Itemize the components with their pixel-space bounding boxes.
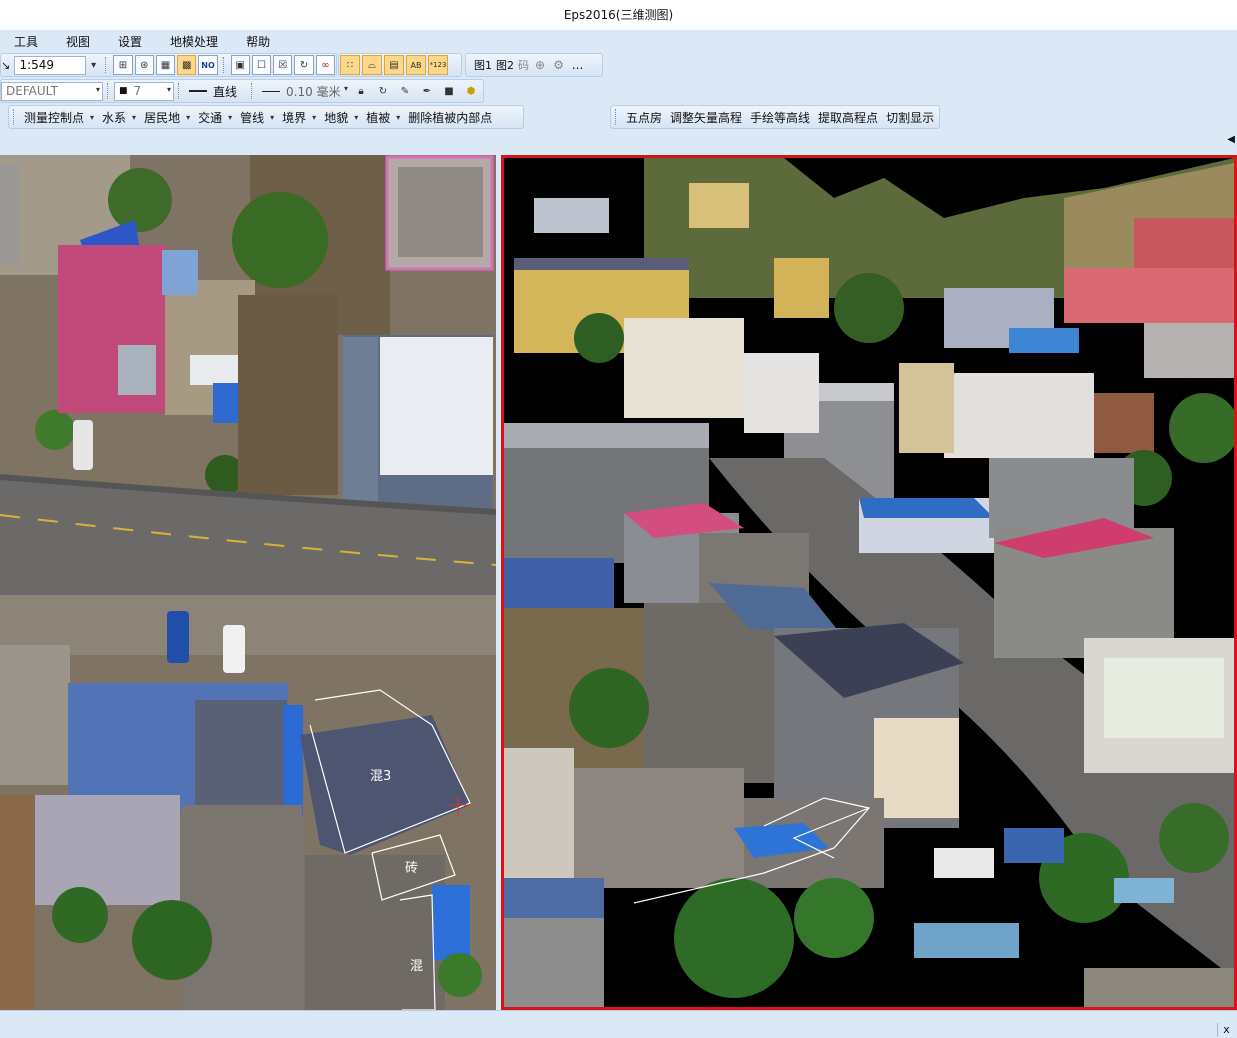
oblique-3d-canvas[interactable] [504, 158, 1234, 1007]
menu-tools[interactable]: 工具 [14, 33, 38, 50]
menu-bar: 工具 视图 设置 地模处理 帮助 [0, 30, 1237, 52]
layer-value: DEFAULT [6, 84, 58, 98]
symbol-traffic[interactable]: 交通 ▾ [198, 109, 232, 126]
snap-line-icon[interactable]: ⌓ [362, 55, 382, 75]
toolbar-snap: ∷ ⌓ ▤ AB *123 [338, 53, 462, 77]
grid-fill-icon[interactable]: ▩ [177, 55, 197, 75]
linetype-select[interactable]: 直线 [185, 82, 247, 101]
lock-icon[interactable]: 🔒︎ [351, 81, 371, 101]
adjust-vector-elevation-button[interactable]: 调整矢量高程 [670, 109, 742, 126]
cut-display-button[interactable]: 切割显示 [886, 109, 934, 126]
ortho-map-canvas[interactable]: 混3 砖 混 [0, 155, 496, 1010]
snap-number-icon[interactable]: *123 [428, 55, 448, 75]
symbol-pipeline[interactable]: 管线 ▾ [240, 109, 274, 126]
map-layer-icon[interactable]: ▣ [230, 55, 250, 75]
menu-view[interactable]: 视图 [66, 33, 90, 50]
map-link-icon[interactable]: ∞ [315, 55, 335, 75]
settings-icon[interactable]: ⚙ [553, 58, 564, 72]
hand-drawn-contour-button[interactable]: 手绘等高线 [750, 109, 810, 126]
symbol-boundary[interactable]: 境界 ▾ [282, 109, 316, 126]
symbol-water[interactable]: 水系 ▾ [102, 109, 136, 126]
close-panel-button[interactable]: x [1217, 1023, 1235, 1037]
more-button[interactable]: ... [572, 58, 583, 72]
linetype-value: 直线 [213, 84, 238, 99]
grid-4-icon[interactable]: ⊞ [113, 55, 133, 75]
delete-vegetation-points-button[interactable]: 删除植被内部点 [408, 109, 492, 126]
pointer-icon[interactable]: ↘ [1, 59, 14, 72]
map-rotate-icon[interactable]: ↻ [294, 55, 314, 75]
symbol-vegetation[interactable]: 植被 ▾ [366, 109, 400, 126]
snap-block-icon[interactable]: ▤ [384, 55, 404, 75]
edit-icon[interactable]: ✎ [395, 81, 415, 101]
map-label-brick: 砖 [405, 861, 418, 876]
status-bar [0, 1010, 1237, 1038]
monitor-icon[interactable]: ■ [439, 81, 459, 101]
scale-select[interactable]: 1:549 [14, 55, 86, 75]
grid-label-icon[interactable]: NO [198, 55, 218, 75]
grid-table-icon[interactable]: ▦ [155, 55, 176, 75]
refresh-icon[interactable]: ↻ [373, 81, 393, 101]
ortho-map-view[interactable]: 混3 砖 混 [0, 155, 496, 1010]
map-label-mixed3: 混3 [370, 769, 391, 784]
cube-icon[interactable]: ⬢ [461, 81, 481, 101]
snap-text-icon[interactable]: AB [406, 55, 426, 75]
color-value: 7 [133, 84, 142, 98]
map1-toggle[interactable]: 图1 [474, 57, 492, 73]
toolbar-view: ↘ 1:549 ▾ ⊞ ⊛ ▦ ▩ NO ▣ ☐ ☒ ↻ ∞ [0, 53, 337, 77]
snap-point-icon[interactable]: ∷ [340, 55, 360, 75]
color-select[interactable]: ■ 7 ▾ [114, 81, 174, 101]
map-select-icon[interactable]: ☐ [251, 55, 272, 75]
panel-collapse-icon[interactable]: ◀ [1227, 134, 1235, 145]
oblique-3d-view[interactable] [501, 155, 1237, 1010]
toolbar-symbols: 测量控制点 ▾ 水系 ▾ 居民地 ▾ 交通 ▾ 管线 ▾ 境界 ▾ 地貌 ▾ 植被 ▾ 删除植被… [8, 105, 524, 129]
five-point-house-button[interactable]: 五点房 [626, 109, 662, 126]
menu-settings[interactable]: 设置 [118, 33, 142, 50]
window-title: Eps2016(三维测图) [0, 0, 1237, 30]
toolbar-properties: DEFAULT ▾ ■ 7 ▾ 直线 0.10 毫米 ▾ 🔒︎ ↻ ✎ ✒ ■ … [0, 79, 484, 103]
toolbar-spacer [0, 130, 1237, 154]
code-toggle[interactable]: 码 [518, 57, 529, 73]
symbol-control-point[interactable]: 测量控制点 ▾ [24, 109, 94, 126]
scale-value: 1:549 [19, 58, 55, 72]
color-swatch-icon: ■ [119, 86, 128, 96]
toolbar-map: 图1 图2 码 ⊕ ⚙ ... [465, 53, 603, 77]
compass-icon[interactable]: ⊕ [535, 58, 545, 72]
menu-terrain[interactable]: 地模处理 [170, 33, 218, 50]
line-sample-icon [189, 90, 207, 92]
symbol-residential[interactable]: 居民地 ▾ [144, 109, 190, 126]
scale-dropdown-icon[interactable]: ▾ [87, 55, 100, 75]
grid-circle-icon[interactable]: ⊛ [134, 55, 154, 75]
menu-help[interactable]: 帮助 [246, 33, 270, 50]
extract-elevation-point-button[interactable]: 提取高程点 [818, 109, 878, 126]
brush-icon[interactable]: ✒ [417, 81, 437, 101]
map-pan-icon[interactable]: ☒ [273, 55, 293, 75]
map2-toggle[interactable]: 图2 [496, 57, 514, 73]
map-label-mixed: 混 [410, 959, 423, 974]
lineweight-value: 0.10 毫米 [286, 84, 341, 99]
symbol-landform[interactable]: 地貌 ▾ [324, 109, 358, 126]
toolbar-3d-tools: 五点房 调整矢量高程 手绘等高线 提取高程点 切割显示 [610, 105, 940, 129]
lineweight-sample-icon [262, 90, 280, 92]
lineweight-select[interactable]: 0.10 毫米 ▾ [258, 82, 350, 101]
layer-select[interactable]: DEFAULT ▾ [1, 81, 103, 101]
